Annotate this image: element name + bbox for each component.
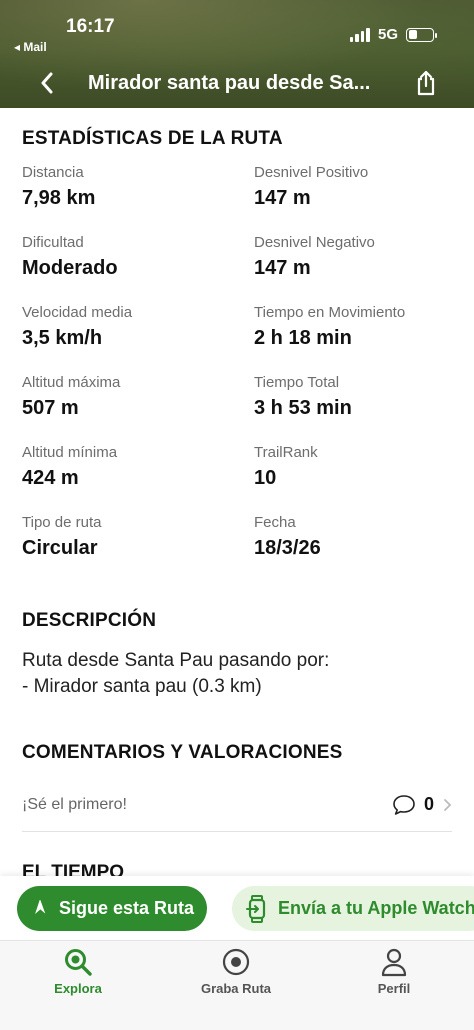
apple-watch-icon	[246, 894, 266, 923]
description-line: Ruta desde Santa Pau pasando por:	[22, 650, 330, 671]
network-type: 5G	[377, 26, 398, 43]
follow-route-label: Sigue esta Ruta	[59, 898, 195, 918]
chevron-left-icon	[41, 72, 53, 94]
tab-graba-ruta[interactable]: Graba Ruta	[176, 947, 296, 996]
battery-level	[408, 30, 417, 39]
cellular-signal-icon	[349, 27, 370, 42]
stat-moving-time: Tiempo en Movimiento 2 h 18 min	[254, 304, 474, 350]
stat-value: 7,98 km	[22, 187, 96, 209]
page-title: Mirador santa pau desde Sa...	[88, 72, 371, 94]
stat-value: 507 m	[22, 397, 79, 419]
nav-bar: Mirador santa pau desde Sa...	[0, 66, 474, 102]
stat-value: 3 h 53 min	[254, 397, 352, 419]
send-to-apple-watch-button[interactable]: Envía a tu Apple Watch	[232, 886, 474, 931]
battery-icon	[406, 27, 437, 42]
stat-value: 147 m	[254, 257, 311, 279]
stat-date: Fecha 18/3/26	[254, 514, 474, 560]
stat-label: Tipo de ruta	[22, 514, 102, 531]
stat-label: Distancia	[22, 164, 84, 181]
stat-total-time: Tiempo Total 3 h 53 min	[254, 374, 474, 420]
header: 16:17 ◂ Mail 5G Mirador santa pau desde …	[0, 0, 474, 108]
stat-label: Fecha	[254, 514, 296, 531]
tab-perfil[interactable]: Perfil	[334, 947, 454, 996]
description-line: - Mirador santa pau (0.3 km)	[22, 676, 262, 697]
follow-route-button[interactable]: Sigue esta Ruta	[17, 886, 207, 931]
stat-elevation-loss: Desnivel Negativo 147 m	[254, 234, 474, 280]
comments-count-value: 0	[423, 794, 434, 814]
description-title: DESCRIPCIÓN	[22, 610, 157, 631]
stat-label: Altitud mínima	[22, 444, 118, 461]
stat-value: 424 m	[22, 467, 79, 489]
stat-value: 18/3/26	[254, 537, 321, 559]
user-icon	[381, 948, 407, 977]
stat-value: 3,5 km/h	[22, 327, 103, 349]
stat-difficulty: Dificultad Moderado	[22, 234, 242, 280]
stat-value: 147 m	[254, 187, 311, 209]
stat-label: Altitud máxima	[22, 374, 121, 391]
stat-min-altitude: Altitud mínima 424 m	[22, 444, 242, 490]
stat-average-speed: Velocidad media 3,5 km/h	[22, 304, 242, 350]
stat-value: Moderado	[22, 257, 118, 279]
chevron-right-icon	[444, 798, 452, 811]
stats-title: ESTADÍSTICAS DE LA RUTA	[22, 128, 283, 149]
stat-max-altitude: Altitud máxima 507 m	[22, 374, 242, 420]
stat-label: Tiempo en Movimiento	[254, 304, 406, 321]
apple-watch-label: Envía a tu Apple Watch	[278, 898, 474, 918]
action-bar: Sigue esta Ruta Envía a tu Apple Watch	[0, 876, 474, 940]
route-details[interactable]: ESTADÍSTICAS DE LA RUTA Distancia 7,98 k…	[0, 108, 474, 878]
stat-trailrank: TrailRank 10	[254, 444, 474, 490]
tab-label: Explora	[54, 981, 102, 996]
stat-label: Desnivel Negativo	[254, 234, 375, 251]
tab-bar: Explora Graba Ruta Perfil	[0, 940, 474, 1030]
share-button[interactable]	[412, 68, 440, 98]
stat-distance: Distancia 7,98 km	[22, 164, 242, 210]
navigation-arrow-icon	[35, 899, 46, 914]
record-icon	[222, 948, 250, 976]
speech-bubble-icon	[393, 794, 415, 815]
comments-title: COMENTARIOS Y VALORACIONES	[22, 742, 343, 763]
comments-prompt: ¡Sé el primero!	[22, 795, 127, 813]
status-time: 16:17	[66, 16, 115, 37]
stat-route-type: Tipo de ruta Circular	[22, 514, 242, 560]
comments-count: 0	[392, 794, 452, 816]
stat-label: Desnivel Positivo	[254, 164, 369, 181]
stat-elevation-gain: Desnivel Positivo 147 m	[254, 164, 474, 210]
tab-explora[interactable]: Explora	[18, 947, 138, 996]
search-icon	[65, 949, 92, 976]
stat-label: Velocidad media	[22, 304, 133, 321]
stat-value: 2 h 18 min	[254, 327, 352, 349]
stat-value: Circular	[22, 537, 98, 559]
share-icon	[417, 70, 435, 96]
status-indicators: 5G	[349, 26, 437, 43]
tab-label: Graba Ruta	[200, 981, 272, 996]
back-to-mail-link[interactable]: ◂ Mail	[14, 40, 47, 54]
back-button[interactable]	[36, 70, 58, 96]
tab-label: Perfil	[377, 981, 411, 996]
stat-value: 10	[254, 467, 277, 489]
stat-label: TrailRank	[254, 444, 318, 461]
stat-label: Dificultad	[22, 234, 84, 251]
description-text: Ruta desde Santa Pau pasando por: - Mira…	[22, 648, 452, 700]
stat-label: Tiempo Total	[254, 374, 340, 391]
comments-row[interactable]: ¡Sé el primero! 0	[22, 778, 452, 832]
